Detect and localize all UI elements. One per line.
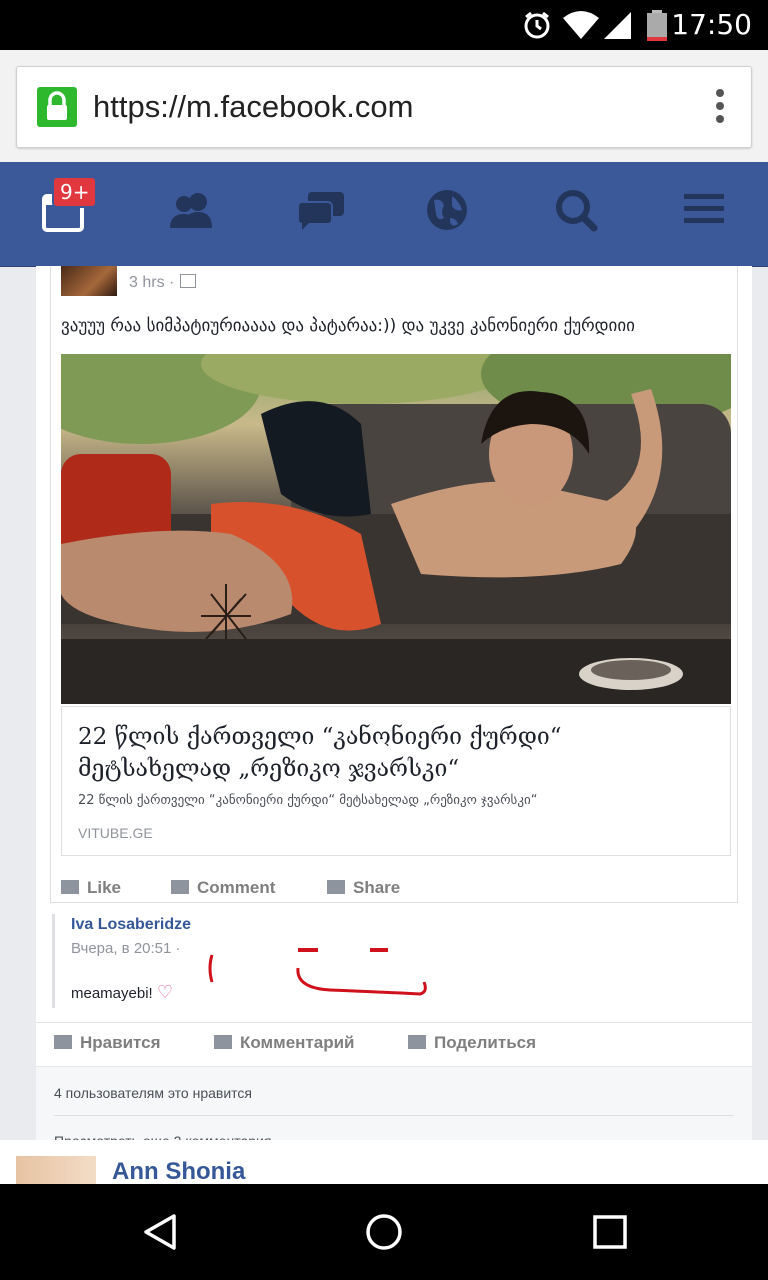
thumbs-up-icon [61,880,79,894]
news-feed-story: 3 hrs · ვაუუუ რაა სიმპატიურიაააა და პატა… [36,266,752,1141]
reactions-summary: 4 пользователям это нравится Просмотреть… [36,1066,752,1141]
share-label: Share [353,878,401,897]
thumbs-up-icon [54,1035,72,1049]
share-icon [408,1035,426,1049]
share-button-ru[interactable]: Поделиться [408,1033,536,1053]
comment-icon [171,880,189,894]
comment-text-value: meamayebi! [71,985,153,1002]
recents-icon[interactable] [590,1212,630,1252]
likes-count[interactable]: 4 пользователям это нравится [54,1085,252,1101]
share-label-ru: Поделиться [434,1033,537,1052]
comment-button-ru[interactable]: Комментарий [214,1033,354,1053]
android-nav-bar [0,1184,768,1280]
link-description: 22 წლის ქართველი “კანონიერი ქურდი“ მეტსა… [78,793,538,808]
post-time[interactable]: 3 hrs · [129,274,197,292]
post-time-text: 3 hrs · [129,274,175,291]
url-text[interactable]: https://m.facebook.com [93,89,413,125]
facebook-nav-bar: 9+ [0,162,768,267]
post-author-avatar[interactable] [61,266,117,296]
home-icon[interactable] [364,1212,404,1252]
like-label: Like [87,878,122,897]
address-bar[interactable]: https://m.facebook.com [16,66,752,148]
comment-text: meamayebi! ♡ [71,982,173,1003]
privacy-icon [180,274,197,288]
battery-icon [647,10,667,41]
alarm-icon [524,11,550,39]
comment-label-ru: Комментарий [240,1033,355,1052]
divider [54,1115,734,1116]
post-action-bar: Like Comment Share [61,872,721,902]
heart-icon: ♡ [156,982,174,1002]
friends-icon[interactable] [164,188,224,244]
messages-icon[interactable] [294,188,354,244]
menu-icon[interactable] [680,188,740,244]
comment-time[interactable]: Вчера, в 20:51 · [71,940,181,957]
feed-icon[interactable]: 9+ [40,176,100,244]
link-preview[interactable]: 22 წლის ქართველი “კანონიერი ქურდი“ მეტსა… [61,706,731,856]
browser-toolbar: https://m.facebook.com [0,50,768,162]
like-button[interactable]: Like [61,878,121,898]
link-preview-image[interactable] [61,354,731,704]
post-text: ვაუუუ რაა სიმპატიურიაააა და პატარაა:)) დ… [61,316,635,336]
lock-icon[interactable] [37,87,77,127]
comment-icon [214,1035,232,1049]
share-icon [327,880,345,894]
comment: Iva Losaberidze Вчера, в 20:51 · meamaye… [52,914,735,1008]
back-icon[interactable] [140,1212,180,1252]
status-bar: 17:50 [0,0,768,50]
link-title[interactable]: 22 წლის ქართველი “კანონიერი ქურდი“ მეტსა… [78,721,718,785]
status-time: 17:50 [671,8,752,41]
share-button[interactable]: Share [327,878,400,898]
photo-illustration [61,354,731,704]
next-author-name[interactable]: Ann Shonia [112,1158,245,1186]
globe-icon[interactable] [422,188,482,244]
notification-badge: 9+ [52,176,98,208]
signal-icon [604,12,631,39]
search-icon[interactable] [552,188,612,244]
wifi-icon [563,11,599,39]
shared-post: 3 hrs · ვაუუუ რაა სიმპატიურიაააა და პატა… [50,266,738,903]
like-button-ru[interactable]: Нравится [54,1033,161,1053]
next-story-header: Ann Shonia [0,1140,768,1186]
comment-author[interactable]: Iva Losaberidze [71,916,191,934]
comment-label: Comment [197,878,276,897]
more-vert-icon[interactable] [715,89,725,125]
next-author-avatar[interactable] [16,1156,96,1184]
story-action-bar: Нравится Комментарий Поделиться [36,1022,752,1067]
like-label-ru: Нравится [80,1033,161,1052]
link-domain: VITUBE.GE [78,825,153,841]
comment-button[interactable]: Comment [171,878,275,898]
